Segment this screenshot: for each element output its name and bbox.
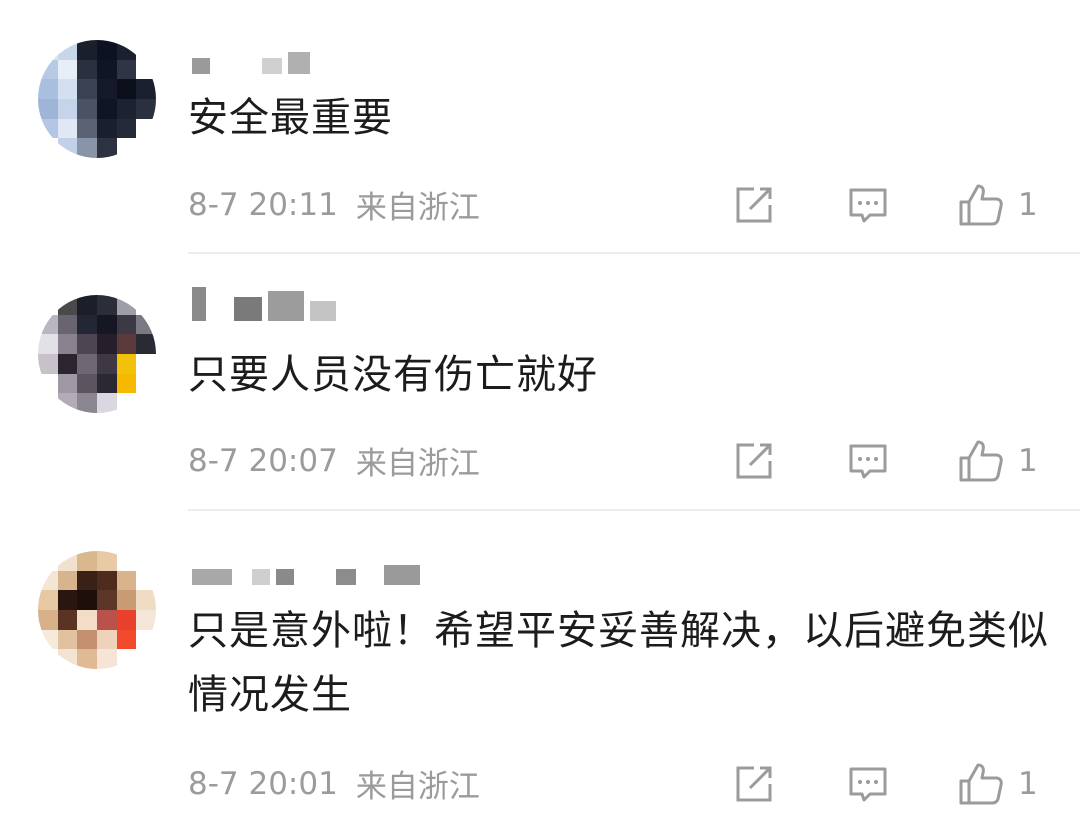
avatar[interactable] <box>38 551 156 669</box>
comment-text: 安全最重要 <box>188 95 393 141</box>
like-button[interactable]: 1 <box>958 436 1038 486</box>
comment-text: 只要人员没有伤亡就好 <box>188 352 598 398</box>
share-icon <box>736 766 772 802</box>
reply-button[interactable] <box>846 436 890 486</box>
like-count: 1 <box>1018 443 1038 479</box>
thumbs-up-icon <box>959 440 1003 482</box>
like-count: 1 <box>1018 187 1038 223</box>
reply-button[interactable] <box>846 180 890 230</box>
like-count: 1 <box>1018 766 1038 802</box>
like-button[interactable]: 1 <box>958 759 1038 809</box>
divider <box>188 509 1080 511</box>
comment-text: 只是意外啦！希望平安妥善解决，以后避免类似情况发生 <box>188 608 1049 718</box>
share-button[interactable] <box>732 436 776 486</box>
username-redacted[interactable] <box>192 287 336 321</box>
comment-icon <box>849 444 887 479</box>
comment-item: 只是意外啦！希望平安妥善解决，以后避免类似情况发生 8-7 20:01 来自浙江… <box>0 513 1080 829</box>
comment-item: 只要人员没有伤亡就好 8-7 20:07 来自浙江 1 <box>0 255 1080 513</box>
like-button[interactable]: 1 <box>958 180 1038 230</box>
comment-item: 安全最重要 8-7 20:11 来自浙江 1 <box>0 0 1080 255</box>
username-redacted[interactable] <box>192 561 420 585</box>
thumbs-up-icon <box>959 184 1003 226</box>
comment-icon <box>849 767 887 802</box>
share-icon <box>736 443 772 479</box>
share-button[interactable] <box>732 180 776 230</box>
comment-icon <box>849 188 887 223</box>
reply-button[interactable] <box>846 759 890 809</box>
comment-actions: 1 <box>0 180 1080 230</box>
comment-actions: 1 <box>0 759 1080 809</box>
avatar[interactable] <box>38 40 156 158</box>
comment-actions: 1 <box>0 436 1080 486</box>
avatar[interactable] <box>38 295 156 413</box>
thumbs-up-icon <box>959 763 1003 805</box>
share-button[interactable] <box>732 759 776 809</box>
share-icon <box>736 187 772 223</box>
divider <box>188 252 1080 254</box>
username-redacted[interactable] <box>192 50 310 74</box>
